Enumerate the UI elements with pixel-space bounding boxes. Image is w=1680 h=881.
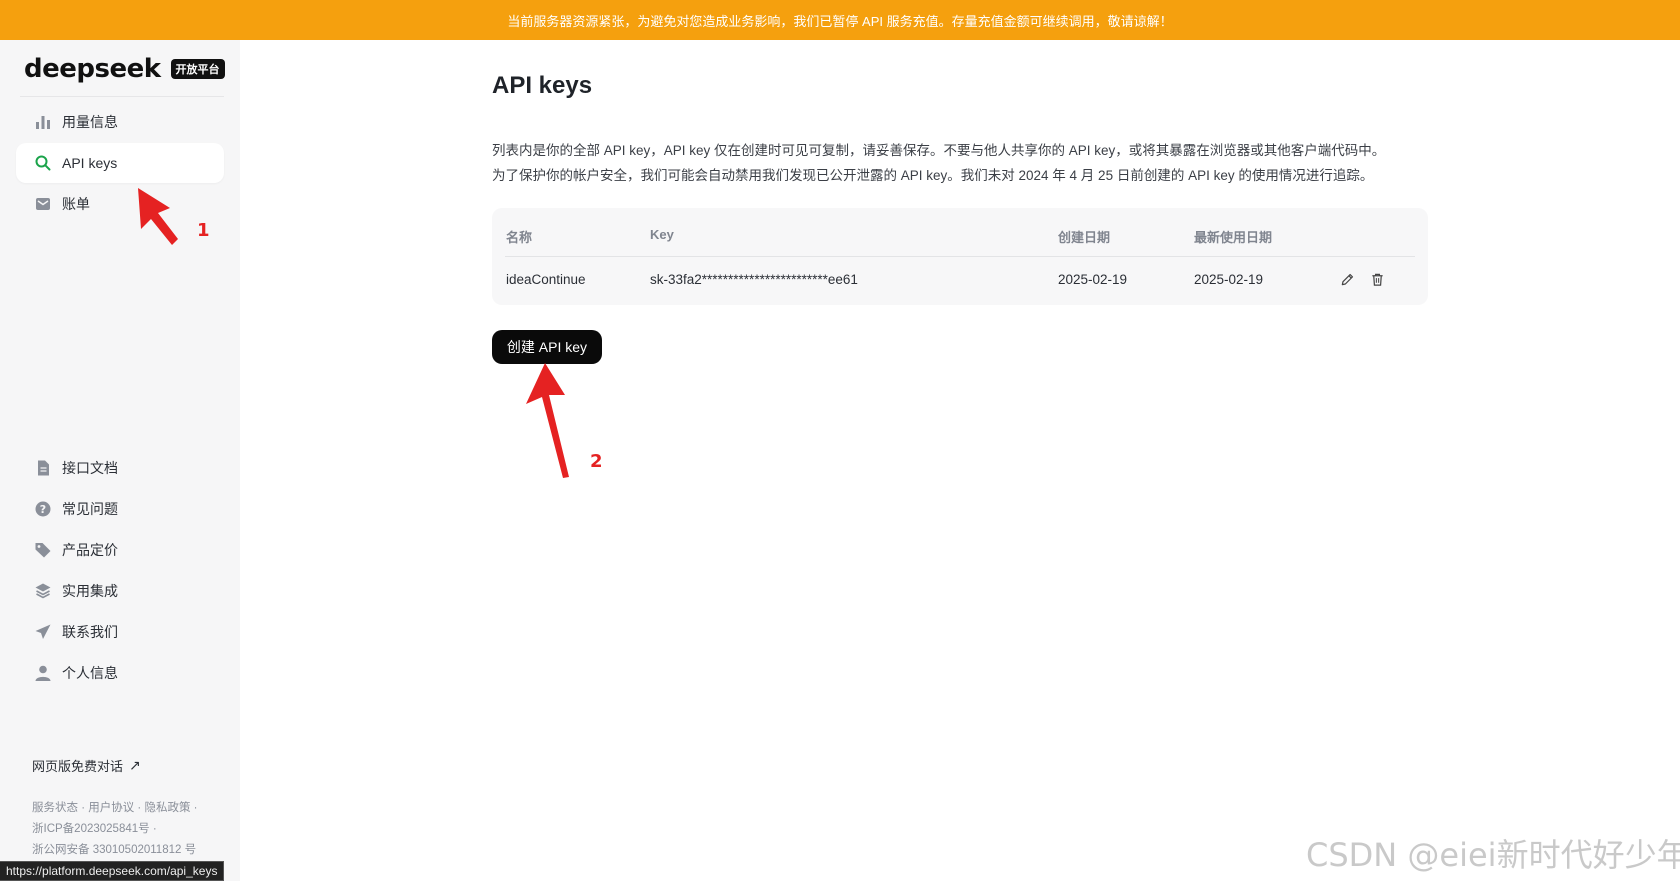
sidebar-item-faq[interactable]: ? 常见问题: [16, 489, 224, 529]
edit-icon[interactable]: [1338, 270, 1356, 288]
service-status-link[interactable]: 服务状态: [32, 802, 78, 814]
table-divider: [505, 256, 1415, 257]
brand-name: deepseek: [24, 54, 161, 84]
page-description: 列表内是你的全部 API key，API key 仅在创建时可见可复制，请妥善保…: [492, 138, 1442, 188]
annotation-number-1: 1: [197, 220, 210, 241]
banner-text: 当前服务器资源紧张，为避免对您造成业务影响，我们已暂停 API 服务充值。存量充…: [507, 13, 1173, 29]
brand-divider: [20, 96, 224, 97]
sidebar-item-api-keys[interactable]: API keys: [16, 143, 224, 183]
user-agreement-link[interactable]: 用户协议: [88, 802, 134, 814]
brand-logo[interactable]: deepseek 开放平台: [24, 54, 225, 84]
brand-badge: 开放平台: [170, 59, 225, 79]
column-header-created: 创建日期: [1058, 230, 1111, 245]
sidebar-item-profile[interactable]: 个人信息: [16, 653, 224, 693]
sidebar-item-label: API keys: [62, 155, 118, 171]
key-name-cell: ideaContinue: [506, 272, 586, 287]
annotation-arrow-2: [526, 363, 569, 478]
column-header-name: 名称: [506, 230, 533, 245]
web-chat-link[interactable]: 网页版免费对话 ↗: [32, 756, 141, 775]
police-record-link[interactable]: 浙公网安备 33010502011812 号: [32, 844, 196, 856]
sidebar-item-contact[interactable]: 联系我们: [16, 612, 224, 652]
column-header-key: Key: [650, 227, 674, 242]
sidebar-item-api-docs[interactable]: 接口文档: [16, 448, 224, 488]
page-title: API keys: [492, 72, 593, 99]
layers-icon: [34, 582, 52, 600]
sidebar-item-integrations[interactable]: 实用集成: [16, 571, 224, 611]
user-icon: [34, 664, 52, 682]
bar-chart-icon: [34, 113, 52, 131]
external-arrow-icon: ↗: [129, 757, 141, 773]
annotation-arrows: [138, 188, 569, 478]
sidebar: deepseek 开放平台 用量信息 API keys 账单 接口文档 ? 常见…: [0, 40, 240, 881]
sidebar-item-pricing[interactable]: 产品定价: [16, 530, 224, 570]
service-notice-banner: 当前服务器资源紧张，为避免对您造成业务影响，我们已暂停 API 服务充值。存量充…: [0, 0, 1680, 40]
footer-links: 服务状态 · 用户协议 · 隐私政策 · 浙ICP备2023025841号 · …: [32, 802, 198, 856]
api-keys-table: 名称 Key 创建日期 最新使用日期 ideaContinue sk-33fa2…: [492, 208, 1428, 305]
sidebar-item-billing[interactable]: 账单: [16, 184, 224, 224]
create-api-key-button[interactable]: 创建 API key: [492, 330, 602, 364]
last-used-date-cell: 2025-02-19: [1194, 272, 1264, 287]
icp-link[interactable]: 浙ICP备2023025841号: [32, 823, 150, 835]
search-icon: [34, 154, 52, 172]
annotation-number-2: 2: [590, 451, 603, 472]
column-header-last-used: 最新使用日期: [1194, 230, 1273, 245]
privacy-policy-link[interactable]: 隐私政策: [144, 802, 190, 814]
send-icon: [34, 623, 52, 641]
wallet-icon: [34, 195, 52, 213]
sidebar-item-label: 个人信息: [62, 665, 118, 681]
question-icon: ?: [34, 500, 52, 518]
sidebar-item-label: 联系我们: [62, 624, 118, 640]
sidebar-item-label: 账单: [62, 196, 90, 212]
sidebar-item-label: 用量信息: [62, 114, 118, 130]
watermark: CSDN @eiei新时代好少年: [1306, 836, 1680, 874]
sidebar-item-label: 接口文档: [62, 460, 118, 476]
description-line-1: 列表内是你的全部 API key，API key 仅在创建时可见可复制，请妥善保…: [492, 143, 1386, 158]
sidebar-item-label: 产品定价: [62, 542, 118, 558]
sidebar-item-usage[interactable]: 用量信息: [16, 102, 224, 142]
trash-icon[interactable]: [1368, 270, 1386, 288]
tag-icon: [34, 541, 52, 559]
status-bar-url: https://platform.deepseek.com/api_keys: [0, 861, 225, 881]
web-chat-label: 网页版免费对话: [32, 759, 124, 774]
created-date-cell: 2025-02-19: [1058, 272, 1128, 287]
sidebar-item-label: 常见问题: [62, 501, 118, 517]
document-icon: [34, 459, 52, 477]
row-actions: [1338, 270, 1386, 288]
sidebar-item-label: 实用集成: [62, 583, 118, 599]
key-value-cell: sk-33fa2************************ee61: [650, 272, 858, 287]
description-line-2: 为了保护你的帐户安全，我们可能会自动禁用我们发现已公开泄露的 API key。我…: [492, 168, 1374, 183]
svg-text:?: ?: [40, 503, 46, 516]
